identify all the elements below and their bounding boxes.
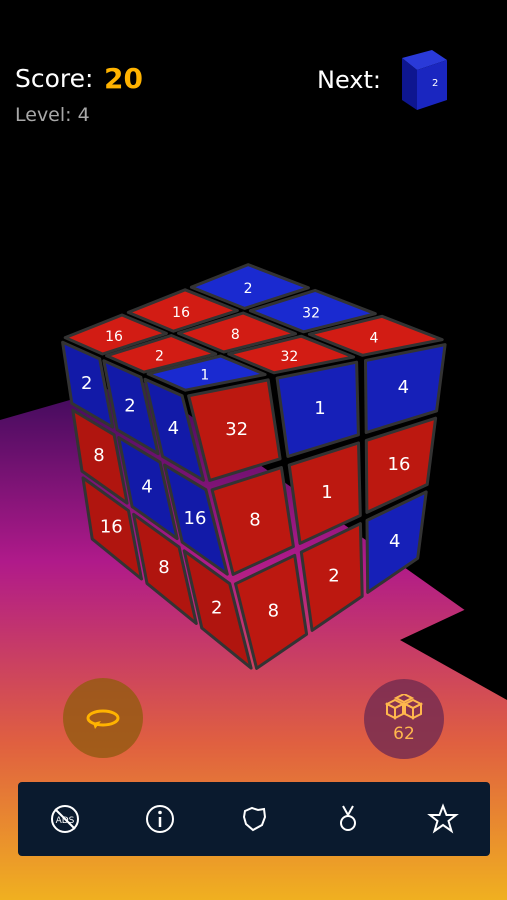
cube-tile-value: 8 — [249, 510, 260, 531]
cube-tile-value: 2 — [244, 281, 253, 297]
cube-tile-value: 16 — [100, 517, 123, 538]
cube-tile-value: 16 — [172, 305, 190, 321]
cube-stock-count: 62 — [393, 724, 415, 744]
info-icon — [145, 805, 174, 833]
cube-tile-value: 4 — [398, 377, 409, 398]
cubes-icon — [384, 694, 424, 720]
cube-tile-value: 1 — [321, 482, 332, 503]
cube-tile-value: 32 — [302, 306, 320, 322]
cube-tile-value: 8 — [93, 445, 104, 466]
achievement-icon — [242, 806, 266, 832]
rotate-button[interactable] — [63, 678, 143, 758]
cube-tile-value: 4 — [168, 418, 179, 439]
rotate-icon — [86, 709, 120, 729]
cube-stock-button[interactable]: 62 — [364, 679, 444, 759]
cube-tile-value: 4 — [389, 531, 400, 552]
cube-tile-value: 2 — [328, 566, 339, 587]
cube-tile-value: 8 — [231, 327, 240, 343]
cube-tile-value: 2 — [155, 348, 164, 364]
cube-tile-value: 1 — [314, 398, 325, 419]
cube-tile-value: 2 — [124, 395, 135, 416]
achievements-button[interactable] — [232, 797, 276, 841]
puzzle-cube[interactable]: 16 16 2 2 8 32 1 32 4 2 2 4 8 4 16 16 8 2 32 1 4 8 1 16 8 2 4 — [0, 0, 507, 900]
cube-tile-value: 8 — [268, 600, 279, 621]
leaderboard-button[interactable] — [326, 797, 370, 841]
cube-tile-value: 32 — [280, 349, 298, 365]
cube-tile-value: 16 — [184, 508, 207, 529]
no-ads-button[interactable]: ADS — [43, 797, 87, 841]
bottom-toolbar: ADS — [18, 782, 490, 856]
cube-tile-value: 2 — [211, 598, 222, 619]
cube-tile-value: 16 — [388, 454, 411, 475]
no-ads-icon: ADS — [51, 805, 80, 833]
medal-icon — [340, 805, 357, 831]
cube-tile-value: 2 — [81, 373, 92, 394]
cube-tile-value: 16 — [105, 329, 123, 345]
star-icon — [426, 803, 459, 834]
cube-tile-value: 1 — [200, 368, 209, 384]
info-button[interactable] — [138, 797, 182, 841]
favorite-button[interactable] — [421, 797, 465, 841]
cube-tile-value: 8 — [158, 557, 169, 578]
cube-tile-value: 4 — [370, 330, 379, 346]
cube-tile-value: 32 — [225, 419, 248, 440]
cube-tile-value: 4 — [141, 476, 152, 497]
